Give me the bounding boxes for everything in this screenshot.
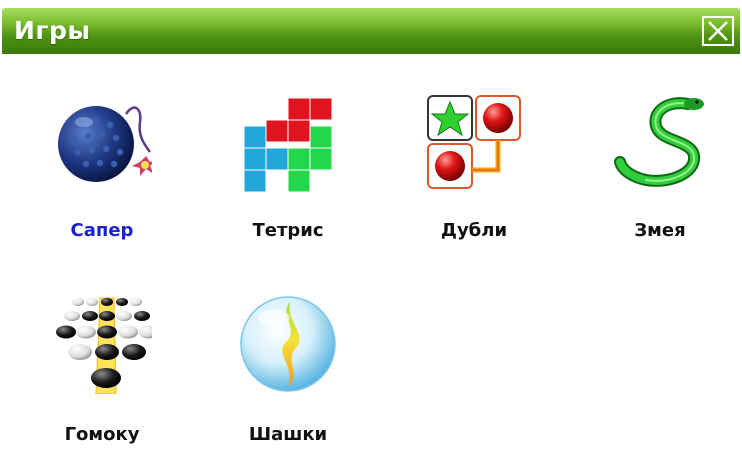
gomoku-stones-icon bbox=[56, 297, 152, 394]
game-tile-dubli[interactable]: Дубли bbox=[394, 92, 554, 262]
title-bar: Игры bbox=[0, 0, 742, 58]
tetris-blocks-icon bbox=[243, 97, 333, 192]
game-tile-saper[interactable]: Сапер bbox=[22, 92, 182, 262]
game-tile-zmeya[interactable]: Змея bbox=[580, 92, 740, 262]
title-bar-background: Игры bbox=[2, 8, 740, 54]
game-tile-shashki[interactable]: Шашки bbox=[208, 294, 368, 464]
matching-pairs-icon bbox=[427, 95, 521, 189]
game-label-zmeya: Змея bbox=[634, 220, 686, 241]
window-title: Игры bbox=[14, 16, 91, 45]
game-label-saper: Сапер bbox=[70, 220, 134, 241]
bomb-icon bbox=[58, 106, 152, 182]
game-label-gomoku: Гомоку bbox=[64, 424, 140, 445]
glass-sphere-icon bbox=[240, 296, 336, 392]
game-label-shashki: Шашки bbox=[248, 424, 328, 445]
game-label-tetris: Тетрис bbox=[252, 220, 324, 241]
game-tile-tetris[interactable]: Тетрис bbox=[208, 92, 368, 262]
close-icon bbox=[708, 21, 728, 41]
game-tile-gomoku[interactable]: Гомоку bbox=[22, 294, 182, 464]
close-button[interactable] bbox=[702, 16, 734, 46]
game-label-dubli: Дубли bbox=[440, 220, 508, 241]
snake-icon bbox=[614, 97, 704, 187]
